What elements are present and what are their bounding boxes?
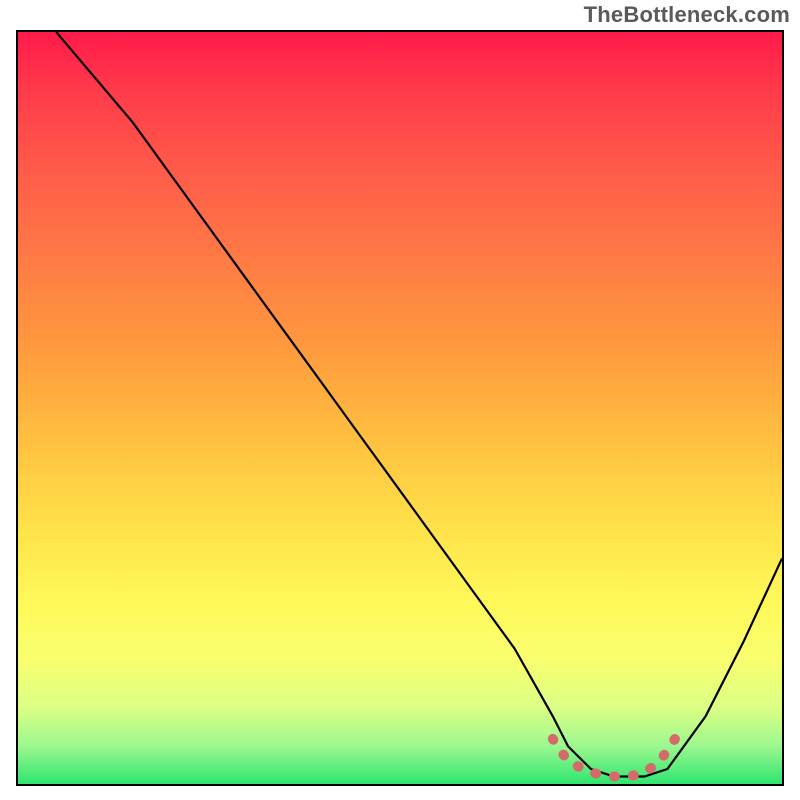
chart-stage: TheBottleneck.com bbox=[0, 0, 800, 800]
curve-layer bbox=[18, 32, 782, 784]
bottleneck-curve-path bbox=[56, 32, 782, 777]
plot-area bbox=[16, 30, 784, 786]
watermark-text: TheBottleneck.com bbox=[584, 2, 790, 28]
optimal-zone-path bbox=[553, 739, 675, 777]
